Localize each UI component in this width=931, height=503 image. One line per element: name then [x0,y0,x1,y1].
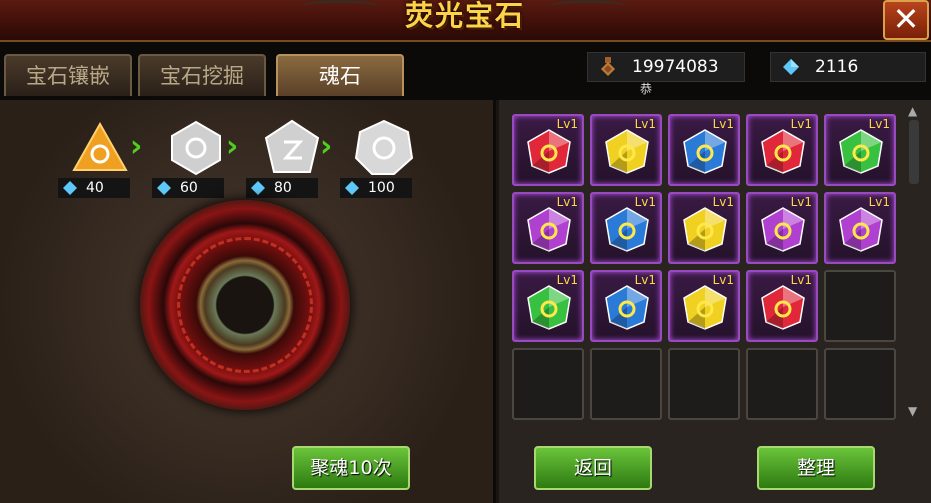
inventory-slot[interactable]: Lv1 [746,192,818,264]
tab-gem-mining[interactable]: 宝石挖掘 [138,54,266,96]
green-soul-stone-icon [839,129,883,174]
stage-1-cost: 40 [58,178,130,198]
purple-soul-stone-icon [839,207,883,252]
empty-inventory-slot[interactable] [824,348,896,420]
red-soul-stone-icon [527,129,571,174]
gem-level-label: Lv1 [790,195,812,209]
inventory-slot[interactable]: Lv1 [512,114,584,186]
gem-level-label: Lv1 [790,273,812,287]
gem-level-label: Lv1 [712,195,734,209]
purple-soul-stone-icon [761,207,805,252]
stage-3-cost: 80 [246,178,318,198]
yellow-soul-stone-icon [683,207,727,252]
inventory-slot[interactable]: Lv1 [668,114,740,186]
empty-inventory-slot[interactable] [824,270,896,342]
tab-soul-stone[interactable]: 魂石 [276,54,404,96]
empty-inventory-slot[interactable] [746,348,818,420]
gem-level-label: Lv1 [634,273,656,287]
gold-sublabel: 恭 [640,82,653,96]
close-button[interactable]: ✕ [883,0,929,40]
diamond-icon [345,181,359,195]
inventory-slot[interactable]: Lv1 [824,114,896,186]
inventory-slot[interactable]: Lv1 [668,192,740,264]
gather-soul-10-button[interactable]: 聚魂10次 [292,446,410,490]
inventory-slot[interactable]: Lv1 [590,270,662,342]
close-icon: ✕ [892,0,920,38]
gold-value: 19974083 [632,57,719,77]
inventory-slot[interactable]: Lv1 [746,270,818,342]
stage-arrow-icon: › [320,129,333,164]
tab-gem-inlay[interactable]: 宝石镶嵌 [4,54,132,96]
stage-arrow-icon: › [226,129,239,164]
stage-1-orange-gem-icon [72,121,128,171]
blue-soul-stone-icon [605,207,649,252]
gold-counter: 19974083 [587,52,745,82]
inventory-slot[interactable]: Lv1 [512,270,584,342]
stage-2-cost: 60 [152,178,224,198]
red-soul-stone-icon [761,129,805,174]
yellow-soul-stone-icon [605,129,649,174]
inventory-slot[interactable]: Lv1 [590,114,662,186]
gem-level-label: Lv1 [868,195,890,209]
gem-level-label: Lv1 [634,195,656,209]
scroll-down-icon[interactable]: ▼ [908,404,917,418]
soul-gather-panel: › › › 40 60 80 100 聚魂10次 [0,100,496,503]
purple-soul-stone-icon [527,207,571,252]
inventory-slot[interactable]: Lv1 [746,114,818,186]
gem-level-label: Lv1 [634,117,656,131]
soul-stone-inventory: Lv1 Lv1 Lv1 Lv1 Lv1 Lv1 Lv1 Lv1 Lv1 Lv1 Lv1 Lv1 Lv1 L… [499,100,931,503]
gem-level-label: Lv1 [556,117,578,131]
yellow-soul-stone-icon [683,285,727,330]
gem-level-label: Lv1 [790,117,812,131]
scroll-up-icon[interactable]: ▲ [908,104,917,118]
altar-rune-ring [177,237,313,373]
diamond-icon [157,181,171,195]
blue-soul-stone-icon [683,129,727,174]
diamond-icon [783,59,799,75]
gem-level-label: Lv1 [556,195,578,209]
scroll-thumb[interactable] [909,120,919,184]
back-button[interactable]: 返回 [534,446,652,490]
stage-3-white-gem-icon [264,119,320,173]
page-title: 荧光宝石 [404,0,525,32]
tab-bar: 宝石镶嵌 宝石挖掘 魂石 19974083 2116 [0,42,931,100]
inventory-scrollbar[interactable]: ▲ ▼ [906,104,922,422]
gem-level-label: Lv1 [712,273,734,287]
inventory-slot[interactable]: Lv1 [668,270,740,342]
sort-button[interactable]: 整理 [757,446,875,490]
empty-inventory-slot[interactable] [668,348,740,420]
stage-4-cost: 100 [340,178,412,198]
blue-soul-stone-icon [605,285,649,330]
green-soul-stone-icon [527,285,571,330]
gem-level-label: Lv1 [712,117,734,131]
stage-2-white-gem-icon [171,120,221,176]
diamond-icon [63,181,77,195]
stage-4-white-gem-icon [354,119,414,175]
red-soul-stone-icon [761,285,805,330]
diamond-value: 2116 [815,57,859,77]
gem-level-label: Lv1 [868,117,890,131]
inventory-slot[interactable]: Lv1 [512,192,584,264]
inventory-slot[interactable]: Lv1 [590,192,662,264]
medal-icon [601,57,615,76]
inventory-slot[interactable]: Lv1 [824,192,896,264]
stage-arrow-icon: › [130,129,143,164]
diamond-counter: 2116 [770,52,926,82]
gem-level-label: Lv1 [556,273,578,287]
diamond-icon [251,181,265,195]
empty-inventory-slot[interactable] [590,348,662,420]
title-bar: 荧光宝石 ✕ [0,0,931,42]
empty-inventory-slot[interactable] [512,348,584,420]
